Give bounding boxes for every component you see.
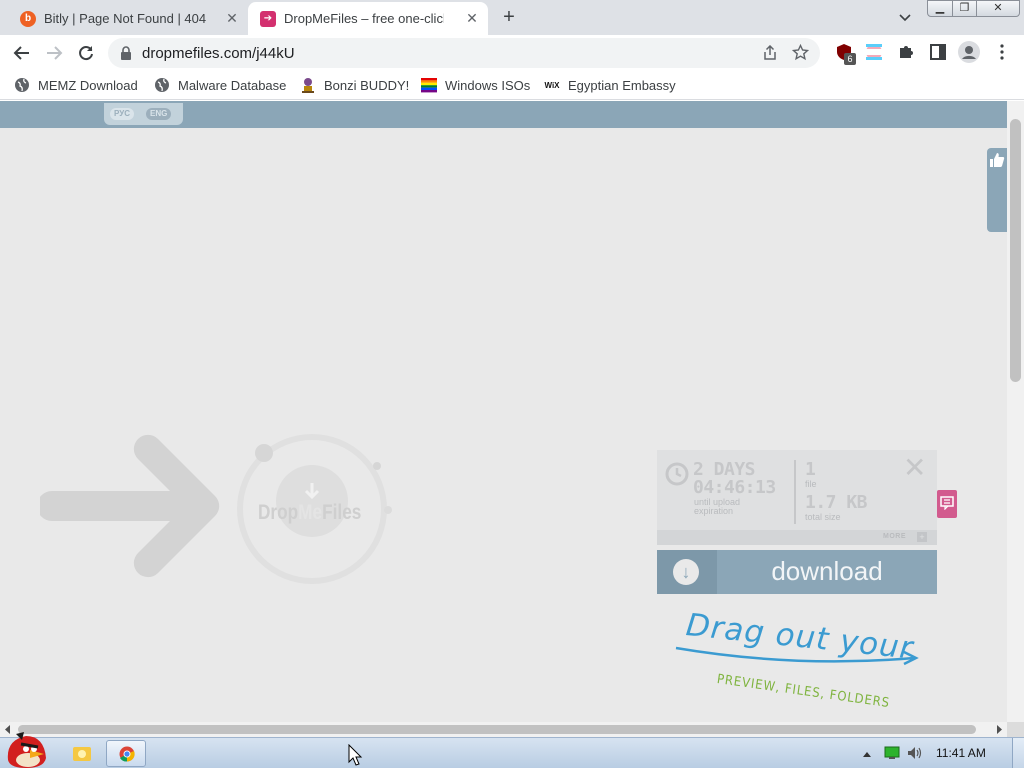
bookmark-label: Malware Database: [178, 77, 287, 93]
start-button-angry-bird-icon[interactable]: [4, 730, 48, 768]
dropmefiles-icon: ➔: [260, 10, 276, 27]
bitly-icon: b: [20, 10, 36, 27]
wix-icon: WiX: [544, 80, 560, 90]
reload-button[interactable]: [74, 41, 98, 65]
lock-icon: [121, 46, 131, 60]
close-window-button[interactable]: ✕: [976, 0, 1020, 17]
file-count-label: file: [805, 479, 817, 489]
download-label: download: [771, 556, 883, 586]
bookmark-label: Bonzi BUDDY!: [324, 77, 410, 93]
arrow-illustration: [40, 434, 392, 584]
mouse-cursor-icon: [348, 744, 363, 766]
more-plus-icon: +: [917, 532, 927, 542]
address-bar[interactable]: dropmefiles.com/j44kU: [108, 38, 820, 68]
lang-en-button[interactable]: ENG: [146, 108, 172, 120]
screen: b Bitly | Page Not Found | 404 ✕ ➔ DropM…: [0, 0, 1024, 768]
browser-toolbar: dropmefiles.com/j44kU: [0, 35, 1024, 70]
side-panel-icon[interactable]: [929, 43, 947, 61]
bookmarks-bar: MEMZ Download Malware Database Bonzi BUD…: [0, 70, 1024, 100]
download-arrow-icon: ↓: [673, 559, 699, 585]
globe-icon: [154, 77, 170, 93]
drag-arrow-icon: [675, 646, 919, 666]
vertical-scroll-thumb[interactable]: [1010, 119, 1021, 382]
tab-title: Bitly | Page Not Found | 404: [44, 11, 207, 26]
dropmefiles-logo: DropMeFiles: [258, 501, 361, 525]
report-flag-icon: [940, 496, 954, 510]
bookmark-memz[interactable]: MEMZ Download: [14, 76, 138, 94]
bookmark-label: Egyptian Embassy: [568, 77, 676, 93]
taskbar: 11:41 AM: [0, 732, 1024, 768]
upload-info-box: 2 DAYS 04:46:13 until upload expiration …: [657, 450, 937, 532]
volume-icon[interactable]: [907, 746, 923, 760]
back-arrow-icon: [13, 46, 29, 60]
chevron-down-icon[interactable]: [897, 9, 913, 25]
close-icon[interactable]: ✕: [903, 453, 926, 483]
expiry-time: 04:46:13: [693, 477, 776, 498]
expiry-label-line2: expiration: [694, 506, 734, 516]
maximize-button[interactable]: ❐: [952, 0, 977, 17]
menu-kebab-icon[interactable]: [993, 43, 1011, 61]
bookmark-label: Windows ISOs: [445, 77, 531, 93]
taskbar-chrome-button[interactable]: [106, 740, 146, 767]
back-button[interactable]: [10, 41, 34, 65]
file-explorer-icon[interactable]: [72, 744, 92, 762]
clock-icon: [665, 462, 689, 486]
horizontal-scrollbar[interactable]: [0, 722, 1007, 737]
logo-me: Me: [298, 501, 323, 524]
vertical-scrollbar[interactable]: [1007, 101, 1024, 722]
chrome-icon: [119, 746, 135, 762]
bookmark-star-icon[interactable]: [792, 44, 809, 61]
download-button[interactable]: ↓ download: [657, 550, 937, 594]
report-button[interactable]: [937, 490, 957, 518]
forward-button[interactable]: [42, 41, 66, 65]
download-icon-box: ↓: [657, 550, 717, 594]
thumbs-up-icon: [990, 153, 1005, 167]
url-text: dropmefiles.com/j44kU: [142, 45, 295, 62]
reload-icon: [79, 46, 93, 61]
new-tab-icon[interactable]: +: [498, 6, 520, 28]
bookmark-malware-database[interactable]: Malware Database: [154, 76, 286, 94]
bookmark-windows-isos[interactable]: Windows ISOs: [421, 76, 530, 94]
language-switcher: РУС ENG: [104, 103, 183, 125]
extensions-puzzle-icon[interactable]: [897, 43, 915, 61]
file-count: 1: [805, 459, 816, 480]
horizontal-scroll-thumb[interactable]: [18, 725, 976, 734]
bookmark-egyptian-embassy[interactable]: WiX Egyptian Embassy: [544, 76, 676, 94]
profile-avatar-icon[interactable]: [958, 41, 980, 63]
network-icon[interactable]: [884, 746, 900, 760]
like-tab[interactable]: [987, 148, 1007, 232]
total-size-label: total size: [805, 512, 841, 522]
globe-icon: [14, 77, 30, 93]
pride-extension-icon[interactable]: [865, 43, 883, 61]
minimize-button[interactable]: ▁: [927, 0, 953, 17]
bonzi-icon: [300, 77, 316, 93]
logo-drop: Drop: [258, 501, 299, 524]
close-tab-icon[interactable]: ✕: [224, 10, 240, 26]
share-icon[interactable]: [762, 45, 778, 61]
info-divider: [794, 460, 796, 524]
scrollbar-corner: [1007, 722, 1024, 737]
more-label: MORE: [883, 533, 906, 540]
tab-title: DropMeFiles – free one-click f: [284, 11, 444, 26]
tab-strip: b Bitly | Page Not Found | 404 ✕ ➔ DropM…: [0, 0, 1024, 35]
total-size: 1.7 KB: [805, 492, 868, 513]
more-bar[interactable]: MORE +: [657, 530, 937, 545]
lang-ru-button[interactable]: РУС: [110, 108, 134, 120]
logo-files: Files: [322, 501, 362, 524]
tab-dropmefiles[interactable]: ➔ DropMeFiles – free one-click f ✕: [248, 2, 488, 35]
close-tab-icon[interactable]: ✕: [464, 10, 480, 26]
show-desktop-button[interactable]: [1012, 738, 1024, 768]
tab-bitly[interactable]: b Bitly | Page Not Found | 404 ✕: [8, 2, 248, 35]
tray-expand-icon[interactable]: [862, 750, 872, 758]
extension-count-badge: 6: [844, 53, 856, 65]
bookmark-label: MEMZ Download: [38, 77, 138, 93]
rainbow-flag-icon: [421, 77, 437, 93]
scroll-right-icon[interactable]: [995, 725, 1003, 734]
bookmark-bonzi-buddy[interactable]: Bonzi BUDDY!: [300, 76, 409, 94]
forward-arrow-icon: [47, 46, 63, 60]
taskbar-clock[interactable]: 11:41 AM: [936, 746, 986, 760]
